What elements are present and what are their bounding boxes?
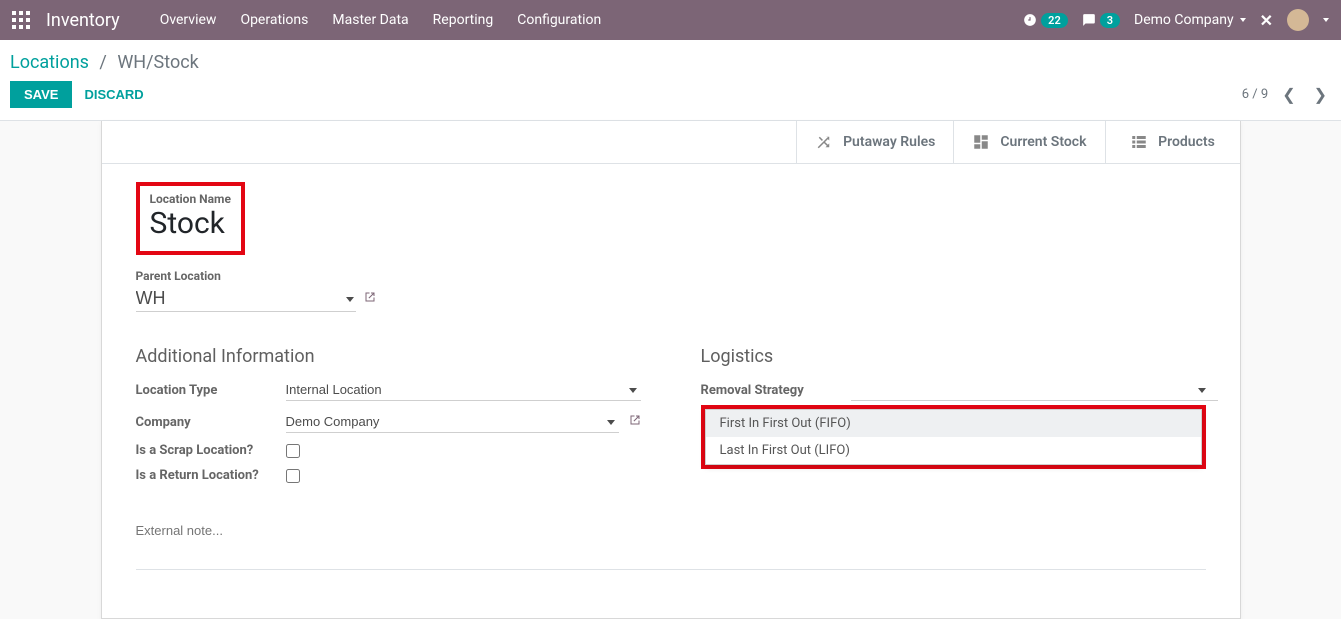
company-select[interactable] [286, 411, 619, 433]
boxes-icon [972, 133, 990, 151]
save-button[interactable]: SAVE [10, 81, 72, 108]
col-logistics: Logistics Removal Strategy First In Firs… [701, 346, 1206, 493]
row-location-type: Location Type [136, 379, 641, 401]
pager-prev[interactable]: ❮ [1278, 85, 1299, 104]
caret-down-icon [1240, 18, 1246, 22]
app-brand[interactable]: Inventory [46, 10, 120, 31]
list-icon [1130, 133, 1148, 151]
return-checkbox[interactable] [286, 469, 300, 483]
close-icon[interactable]: ✕ [1260, 11, 1273, 30]
section-logistics-title: Logistics [701, 346, 1206, 367]
dropdown-item-fifo[interactable]: First In First Out (FIFO) [706, 410, 1201, 437]
menu-reporting[interactable]: Reporting [433, 12, 494, 28]
location-name-highlight: Location Name Stock [136, 182, 245, 255]
breadcrumb: Locations / WH/Stock [10, 52, 1331, 73]
stat-putaway-label: Putaway Rules [843, 134, 935, 150]
pager: 6 / 9 ❮ ❯ [1242, 85, 1331, 104]
pager-next[interactable]: ❯ [1310, 85, 1331, 104]
stat-products[interactable]: Products [1105, 121, 1240, 163]
external-note-row [136, 523, 1206, 570]
external-link-icon[interactable] [629, 414, 641, 430]
parent-location-label: Parent Location [136, 269, 1206, 283]
navbar-right: 22 3 Demo Company ✕ [1023, 9, 1329, 31]
action-row: SAVE DISCARD 6 / 9 ❮ ❯ [0, 73, 1341, 121]
caret-down-icon[interactable] [1198, 388, 1206, 393]
menu-master-data[interactable]: Master Data [332, 12, 408, 28]
scrap-checkbox[interactable] [286, 444, 300, 458]
messages-count: 3 [1100, 13, 1120, 28]
form-sheet: Putaway Rules Current Stock Products Loc… [101, 121, 1241, 619]
company-label: Company [136, 415, 286, 430]
company-switcher[interactable]: Demo Company [1134, 12, 1246, 28]
activities-count: 22 [1041, 13, 1068, 28]
breadcrumb-row: Locations / WH/Stock [0, 40, 1341, 73]
return-label: Is a Return Location? [136, 468, 286, 483]
main-navbar: Inventory Overview Operations Master Dat… [0, 0, 1341, 40]
discard-button[interactable]: DISCARD [84, 87, 143, 102]
removal-dropdown: First In First Out (FIFO) Last In First … [705, 409, 1202, 465]
removal-label: Removal Strategy [701, 383, 851, 398]
caret-down-icon[interactable] [607, 420, 615, 425]
location-name-label: Location Name [150, 192, 231, 206]
removal-strategy-input[interactable] [851, 379, 1218, 401]
menu-overview[interactable]: Overview [160, 12, 217, 28]
parent-location-input[interactable] [136, 286, 356, 312]
caret-down-icon[interactable] [346, 297, 354, 302]
breadcrumb-parent[interactable]: Locations [10, 52, 89, 73]
company-name: Demo Company [1134, 12, 1234, 28]
messages-button[interactable]: 3 [1082, 13, 1120, 28]
stat-products-label: Products [1158, 134, 1215, 150]
dropdown-item-lifo[interactable]: Last In First Out (LIFO) [706, 437, 1201, 464]
row-company: Company [136, 411, 641, 433]
user-caret-icon [1323, 18, 1329, 22]
location-type-label: Location Type [136, 383, 286, 398]
removal-dropdown-highlight: First In First Out (FIFO) Last In First … [701, 405, 1206, 469]
apps-icon[interactable] [12, 11, 30, 29]
activities-button[interactable]: 22 [1023, 13, 1068, 28]
button-box: Putaway Rules Current Stock Products [102, 121, 1240, 164]
main-menu: Overview Operations Master Data Reportin… [160, 12, 602, 28]
breadcrumb-current: WH/Stock [117, 52, 198, 73]
col-additional: Additional Information Location Type Com… [136, 346, 641, 493]
menu-operations[interactable]: Operations [240, 12, 308, 28]
row-return: Is a Return Location? [136, 468, 641, 483]
parent-location-row: Parent Location [136, 269, 1206, 312]
external-note-input[interactable] [136, 523, 1206, 538]
scrap-label: Is a Scrap Location? [136, 443, 286, 458]
stat-putaway-rules[interactable]: Putaway Rules [796, 121, 953, 163]
menu-configuration[interactable]: Configuration [517, 12, 601, 28]
external-link-icon[interactable] [364, 291, 376, 307]
location-name-value[interactable]: Stock [150, 206, 231, 241]
breadcrumb-separator: / [99, 52, 106, 73]
caret-down-icon[interactable] [629, 388, 637, 393]
shuffle-icon [815, 133, 833, 151]
pager-text: 6 / 9 [1242, 87, 1268, 102]
stat-current-stock[interactable]: Current Stock [953, 121, 1104, 163]
row-scrap: Is a Scrap Location? [136, 443, 641, 458]
location-type-select[interactable] [286, 379, 641, 401]
stat-stock-label: Current Stock [1000, 134, 1086, 150]
row-removal-strategy: Removal Strategy [701, 379, 1206, 401]
section-additional-title: Additional Information [136, 346, 641, 367]
form-body: Location Name Stock Parent Location Addi [102, 164, 1240, 588]
user-avatar[interactable] [1287, 9, 1309, 31]
